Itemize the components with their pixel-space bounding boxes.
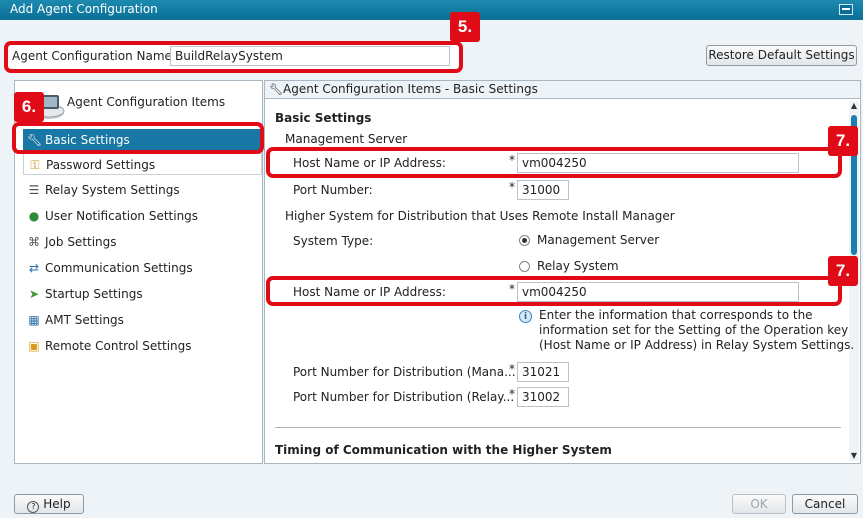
- menu-item-job-settings[interactable]: ⌘ Job Settings: [23, 231, 262, 253]
- callout-box-6: [12, 122, 264, 154]
- menu-item-startup-settings[interactable]: ➤ Startup Settings: [23, 283, 262, 305]
- users-icon: ●: [28, 209, 40, 223]
- left-panel-header: Agent Configuration Items: [15, 81, 262, 123]
- info-text-line3: (Host Name or IP Address) in Relay Syste…: [539, 338, 855, 352]
- section-divider: [275, 427, 841, 428]
- radio-relay-system[interactable]: [519, 261, 530, 272]
- scroll-up-icon[interactable]: ▲: [849, 101, 859, 111]
- menu-item-password-settings[interactable]: ⚿ Password Settings: [23, 153, 262, 175]
- port-number-label: Port Number:: [293, 183, 373, 197]
- menu-item-label: Job Settings: [45, 235, 117, 249]
- radio-management-server-label: Management Server: [537, 233, 660, 247]
- info-icon: i: [519, 310, 532, 323]
- info-text-line2: information set for the Setting of the O…: [539, 323, 849, 337]
- radio-relay-system-label: Relay System: [537, 259, 619, 273]
- menu-item-label: Relay System Settings: [45, 183, 180, 197]
- menu-item-label: Password Settings: [46, 158, 156, 172]
- port-dist-relay-input[interactable]: 31002: [517, 387, 569, 407]
- management-server-heading: Management Server: [285, 132, 408, 146]
- higher-system-heading: Higher System for Distribution that Uses…: [285, 209, 675, 223]
- wrench-icon: 🔧︎: [269, 83, 283, 96]
- help-button[interactable]: ? Help: [14, 494, 84, 514]
- port-dist-mana-input[interactable]: 31021: [517, 362, 569, 382]
- right-panel-title: Agent Configuration Items - Basic Settin…: [283, 82, 538, 96]
- callout-badge-7a: 7.: [828, 126, 858, 156]
- system-type-label: System Type:: [293, 234, 374, 248]
- menu-item-amt-settings[interactable]: ▦ AMT Settings: [23, 309, 262, 331]
- callout-badge-6: 6.: [14, 92, 44, 122]
- menu-item-label: Startup Settings: [45, 287, 143, 301]
- right-panel-header: 🔧︎ Agent Configuration Items - Basic Set…: [265, 81, 860, 99]
- callout-box-7b: [266, 276, 842, 306]
- port-dist-mana-label: Port Number for Distribution (Mana...: [293, 365, 516, 379]
- ok-button[interactable]: OK: [732, 494, 786, 514]
- left-panel-title: Agent Configuration Items: [67, 95, 226, 109]
- window-titlebar: Add Agent Configuration: [0, 0, 863, 20]
- amt-icon: ▦: [28, 313, 40, 327]
- cancel-button[interactable]: Cancel: [792, 494, 858, 514]
- callout-badge-7b: 7.: [828, 256, 858, 286]
- required-mark: *: [509, 180, 515, 194]
- menu-item-label: User Notification Settings: [45, 209, 199, 223]
- port-dist-relay-label: Port Number for Distribution (Relay...: [293, 390, 515, 404]
- startup-icon: ➤: [28, 287, 40, 301]
- info-text-line1: Enter the information that corresponds t…: [539, 308, 813, 322]
- callout-badge-5: 5.: [450, 12, 480, 42]
- key-icon: ⚿: [30, 158, 40, 172]
- help-icon: ?: [27, 501, 40, 513]
- required-mark: *: [509, 387, 515, 401]
- menu-item-communication-settings[interactable]: ⇄ Communication Settings: [23, 257, 262, 279]
- menu-item-label: AMT Settings: [45, 313, 124, 327]
- menu-item-label: Remote Control Settings: [45, 339, 192, 353]
- menu-item-user-notification-settings[interactable]: ● User Notification Settings: [23, 205, 262, 227]
- radio-management-server[interactable]: [519, 235, 530, 246]
- communication-icon: ⇄: [28, 261, 40, 275]
- window-minimize-button[interactable]: [839, 4, 853, 15]
- menu-item-label: Communication Settings: [45, 261, 193, 275]
- required-mark: *: [509, 362, 515, 376]
- help-label: Help: [43, 497, 71, 511]
- window-title: Add Agent Configuration: [10, 2, 158, 16]
- remote-control-icon: ▣: [28, 339, 40, 353]
- menu-item-relay-system-settings[interactable]: ☰ Relay System Settings: [23, 179, 262, 201]
- section-title-basic: Basic Settings: [275, 111, 372, 125]
- basic-settings-panel: 🔧︎ Agent Configuration Items - Basic Set…: [264, 80, 861, 464]
- port-number-input[interactable]: 31000: [517, 180, 569, 200]
- job-icon: ⌘: [28, 235, 40, 249]
- timing-section-title: Timing of Communication with the Higher …: [275, 443, 612, 457]
- network-icon: ☰: [28, 183, 40, 197]
- menu-item-remote-control-settings[interactable]: ▣ Remote Control Settings: [23, 335, 262, 357]
- callout-box-7a: [266, 147, 842, 178]
- callout-box-5: [4, 41, 463, 73]
- restore-default-button[interactable]: Restore Default Settings: [706, 45, 857, 66]
- scroll-down-icon[interactable]: ▼: [849, 451, 859, 461]
